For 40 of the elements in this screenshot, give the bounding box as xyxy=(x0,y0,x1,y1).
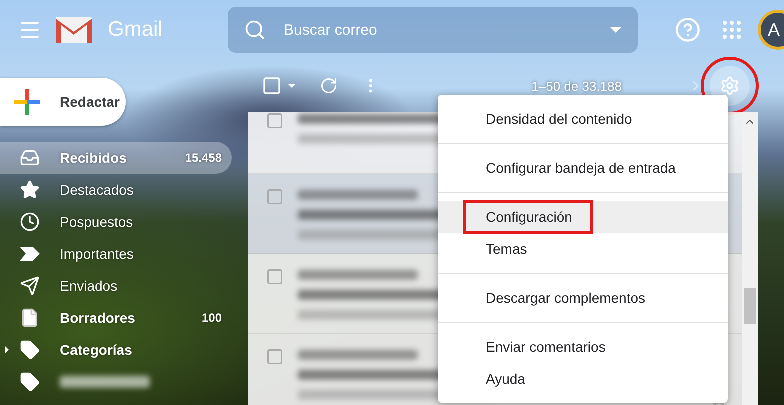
send-icon xyxy=(20,276,40,296)
row-checkbox[interactable] xyxy=(266,112,284,130)
menu-item[interactable]: Enviar comentarios xyxy=(438,331,728,363)
page-range: 1–50 de 33.188 xyxy=(532,78,622,94)
sidebar-item[interactable]: Importantes xyxy=(0,238,232,270)
star-icon xyxy=(20,180,40,200)
compose-button[interactable]: Redactar xyxy=(0,78,126,126)
menu-item[interactable]: Descargar complementos xyxy=(438,282,728,314)
plus-icon xyxy=(14,89,40,115)
row-checkbox[interactable] xyxy=(266,188,284,206)
document-icon xyxy=(20,308,40,328)
app-name: Gmail xyxy=(108,18,164,42)
label-icon xyxy=(20,372,40,392)
caret-icon[interactable] xyxy=(288,84,296,88)
sidebar-item[interactable]: Categorías xyxy=(0,334,232,366)
menu-item[interactable]: Temas xyxy=(438,233,728,265)
menu-item[interactable]: Ayuda xyxy=(438,363,728,395)
sidebar-item[interactable]: Borradores 100 xyxy=(0,302,232,334)
inbox-icon xyxy=(20,148,40,168)
gmail-logo-icon xyxy=(54,15,94,45)
scrollbar[interactable] xyxy=(742,112,758,405)
important-marker-icon xyxy=(20,247,40,261)
search-icon xyxy=(244,19,266,41)
menu-item[interactable]: Densidad del contenido xyxy=(438,103,728,135)
sidebar-item[interactable]: Destacados xyxy=(0,174,232,206)
select-checkbox[interactable] xyxy=(262,76,282,96)
menu-item[interactable]: Configurar bandeja de entrada xyxy=(438,152,728,184)
row-checkbox[interactable] xyxy=(266,348,284,366)
row-checkbox[interactable] xyxy=(266,268,284,286)
expand-arrow-icon[interactable] xyxy=(5,346,9,354)
refresh-icon[interactable] xyxy=(320,77,338,95)
gear-icon xyxy=(720,76,740,96)
scrollbar-thumb[interactable] xyxy=(744,288,756,324)
avatar[interactable]: A xyxy=(758,10,784,50)
clock-icon xyxy=(20,212,40,232)
dropdown-caret-icon[interactable] xyxy=(610,27,622,33)
sidebar-item[interactable]: Enviados xyxy=(0,270,232,302)
sidebar-item[interactable]: Pospuestos xyxy=(0,206,232,238)
label-icon xyxy=(20,340,40,360)
menu-item[interactable]: Configuración xyxy=(438,201,728,233)
